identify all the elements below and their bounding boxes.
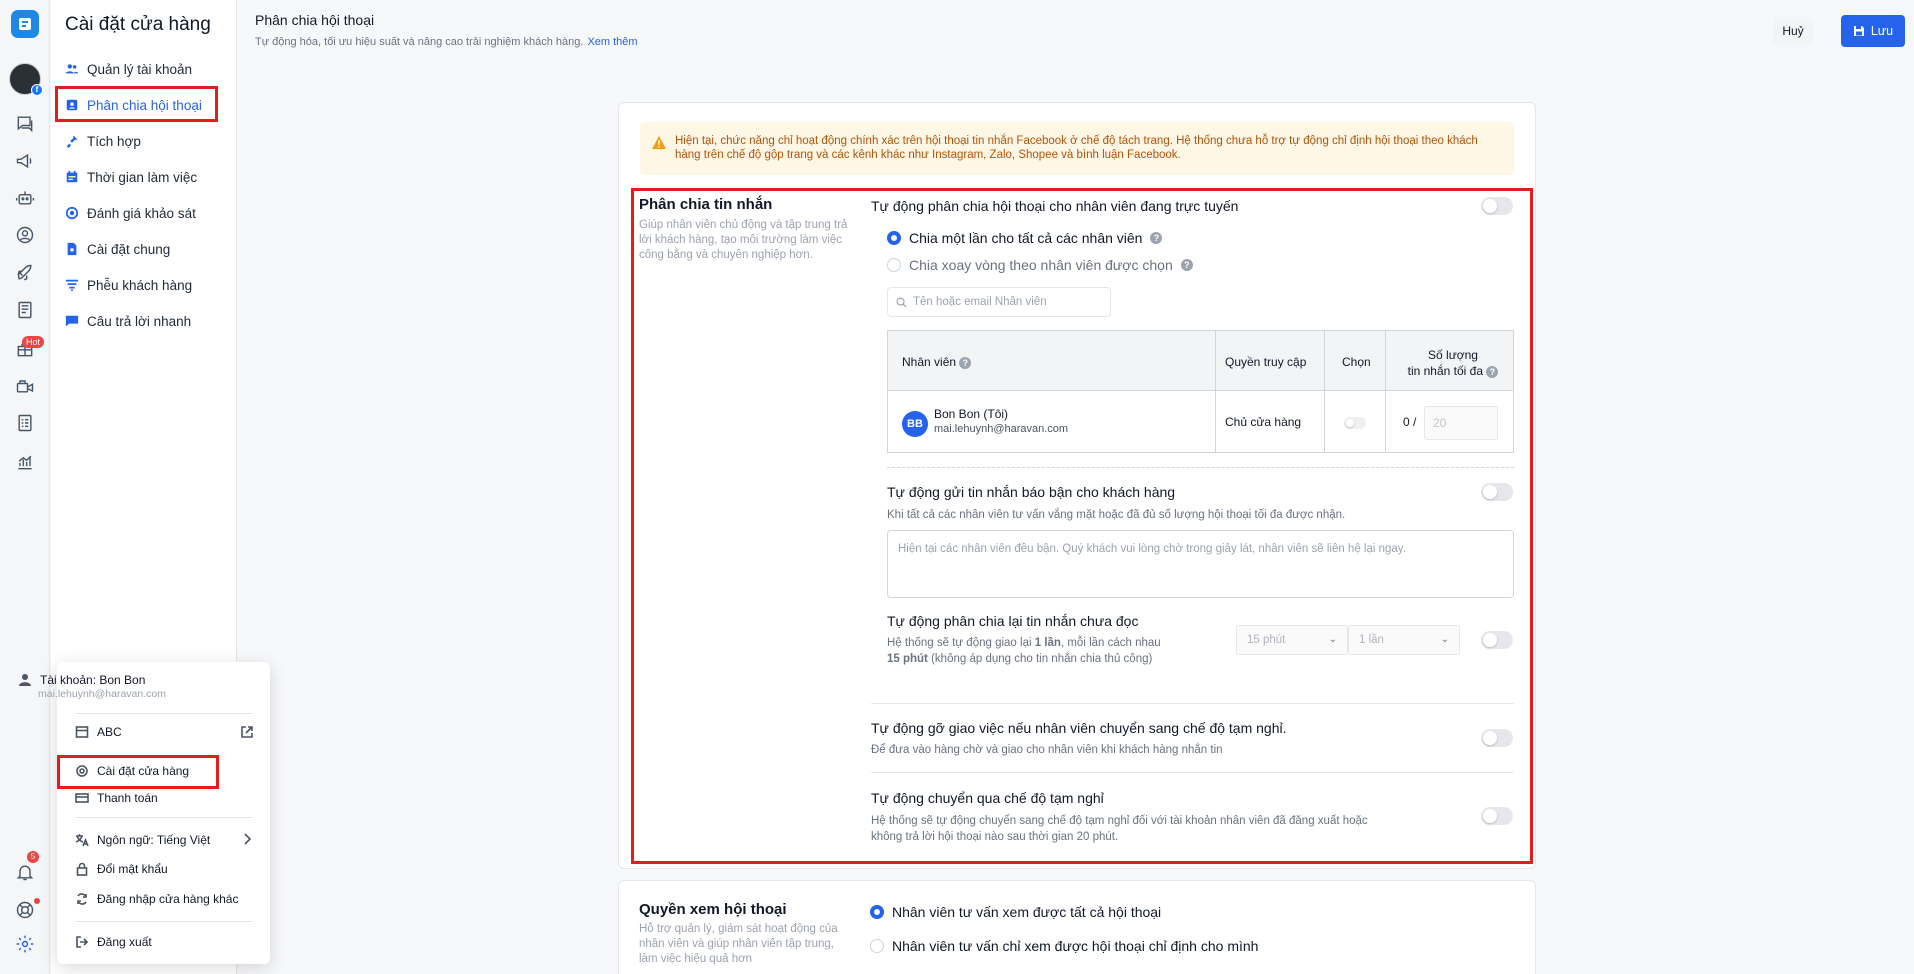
plug-icon [65, 134, 79, 148]
save-icon [1853, 26, 1864, 36]
facebook-icon: f [31, 84, 43, 96]
menu-switch-store-label: Đăng nhập cửa hàng khác [97, 892, 239, 906]
credit-card-icon [75, 793, 89, 803]
save-label: Lưu [1870, 24, 1894, 38]
view-rights-title: Quyền xem hội thoại [639, 901, 787, 918]
logout-icon [76, 936, 89, 948]
warning-text: Hiện tại, chức năng chỉ hoạt động chính … [675, 135, 1478, 161]
menu-account[interactable]: Tài khoản: Bon Bon [18, 673, 145, 687]
account-menu [57, 662, 270, 964]
cancel-button[interactable]: Huỷ [1773, 17, 1813, 45]
lock-icon [76, 862, 88, 876]
external-link-icon [241, 726, 253, 738]
sidebar-item-label: Câu trả lời nhanh [87, 313, 192, 329]
warning-icon [652, 136, 666, 149]
page-subtitle-text: Tự động hóa, tối ưu hiệu suất và nâng ca… [255, 36, 584, 48]
page-title: Phân chia hội thoại [255, 12, 375, 28]
menu-account-email: mai.lehuynh@haravan.com [38, 688, 166, 700]
icon-rail: f Hot 5 [0, 0, 50, 974]
menu-switch-store[interactable]: Đăng nhập cửa hàng khác [75, 892, 238, 906]
sidebar-item-survey-rating[interactable]: Đánh giá khảo sát [65, 201, 196, 225]
sidebar-item-label: Tích hợp [87, 133, 141, 149]
menu-language-label: Ngôn ngữ: Tiếng Việt [97, 833, 211, 847]
warning-banner: Hiện tại, chức năng chỉ hoạt động chính … [640, 122, 1514, 175]
open-store-icon[interactable] [240, 725, 254, 739]
view-all-radio[interactable]: Nhân viên tư vấn xem được tất cả hội tho… [870, 904, 1161, 920]
support-alert-dot [34, 898, 40, 904]
sidebar-item-account-management[interactable]: Quản lý tài khoản [65, 57, 192, 81]
menu-store-label: ABC [97, 725, 122, 739]
calendar-icon [65, 170, 79, 184]
chevron-right-svg [244, 833, 252, 845]
user-icon [19, 674, 31, 686]
settings-doc-icon [65, 242, 79, 256]
menu-change-password[interactable]: Đổi mật khẩu [75, 862, 168, 876]
rocket-icon[interactable] [13, 261, 37, 285]
view-assigned-label: Nhân viên tư vấn chỉ xem được hội thoại … [892, 938, 1259, 954]
chart-icon[interactable] [13, 450, 37, 474]
megaphone-icon[interactable] [13, 149, 37, 173]
sidebar-item-general-settings[interactable]: Cài đặt chung [65, 237, 170, 261]
sidebar-item-label: Quản lý tài khoản [87, 61, 193, 77]
bell-icon[interactable] [13, 860, 37, 884]
highlight-box-sidebar [55, 86, 218, 122]
message-icon [65, 314, 79, 328]
funnel-icon [65, 278, 79, 292]
chevron-right-icon [240, 832, 254, 846]
menu-divider [75, 921, 253, 922]
switch-icon [77, 893, 87, 905]
view-assigned-radio[interactable]: Nhân viên tư vấn chỉ xem được hội thoại … [870, 938, 1258, 954]
store-icon [75, 726, 89, 738]
sidebar-item-customer-funnel[interactable]: Phễu khách hàng [65, 273, 192, 297]
menu-billing-label: Thanh toán [97, 791, 158, 805]
sidebar-item-quick-replies[interactable]: Câu trả lời nhanh [65, 309, 191, 333]
contact-icon[interactable] [13, 223, 37, 247]
chat-icon[interactable] [13, 111, 37, 135]
sidebar-title: Cài đặt cửa hàng [65, 14, 211, 35]
menu-divider [75, 817, 253, 818]
rating-icon [65, 206, 79, 220]
news-icon[interactable] [13, 298, 37, 322]
menu-account-label: Tài khoản: Bon Bon [40, 673, 146, 687]
sidebar-item-working-time[interactable]: Thời gian làm việc [65, 165, 197, 189]
page-subtitle: Tự động hóa, tối ưu hiệu suất và nâng ca… [255, 36, 638, 48]
highlight-box-store-settings [57, 755, 219, 789]
view-all-label: Nhân viên tư vấn xem được tất cả hội tho… [892, 904, 1162, 920]
menu-logout[interactable]: Đăng xuất [75, 935, 152, 949]
menu-billing[interactable]: Thanh toán [75, 791, 158, 805]
users-icon [65, 62, 79, 76]
menu-store[interactable]: ABC [75, 725, 122, 739]
page-avatar[interactable]: f [9, 63, 43, 96]
save-button[interactable]: Lưu [1841, 15, 1905, 47]
translate-icon [75, 834, 89, 847]
gear-icon[interactable] [13, 932, 37, 956]
sidebar-item-label: Đánh giá khảo sát [87, 205, 196, 221]
app-logo-icon[interactable] [11, 10, 39, 38]
sidebar-item-label: Phễu khách hàng [87, 277, 193, 293]
sidebar-item-label: Cài đặt chung [87, 241, 171, 257]
view-rights-desc: Hỗ trợ quản lý, giám sát hoạt động của n… [639, 923, 838, 965]
menu-logout-label: Đăng xuất [97, 935, 152, 949]
notification-count-badge: 5 [27, 851, 39, 863]
menu-divider [75, 713, 253, 714]
robot-icon[interactable] [13, 186, 37, 210]
highlight-box-distribution [631, 188, 1533, 864]
video-icon[interactable] [13, 374, 37, 398]
radio-dot [870, 905, 884, 919]
radio-dot [870, 939, 884, 953]
report-icon[interactable] [13, 411, 37, 435]
page-header: Phân chia hội thoại Tự động hóa, tối ưu … [238, 0, 1914, 60]
hot-badge: Hot [22, 336, 45, 348]
menu-change-password-label: Đổi mật khẩu [97, 862, 168, 876]
menu-language[interactable]: Ngôn ngữ: Tiếng Việt [75, 833, 210, 847]
sidebar-item-integration[interactable]: Tích hợp [65, 129, 141, 153]
see-more-link[interactable]: Xem thêm [587, 36, 637, 48]
sidebar-item-label: Thời gian làm việc [87, 169, 198, 185]
